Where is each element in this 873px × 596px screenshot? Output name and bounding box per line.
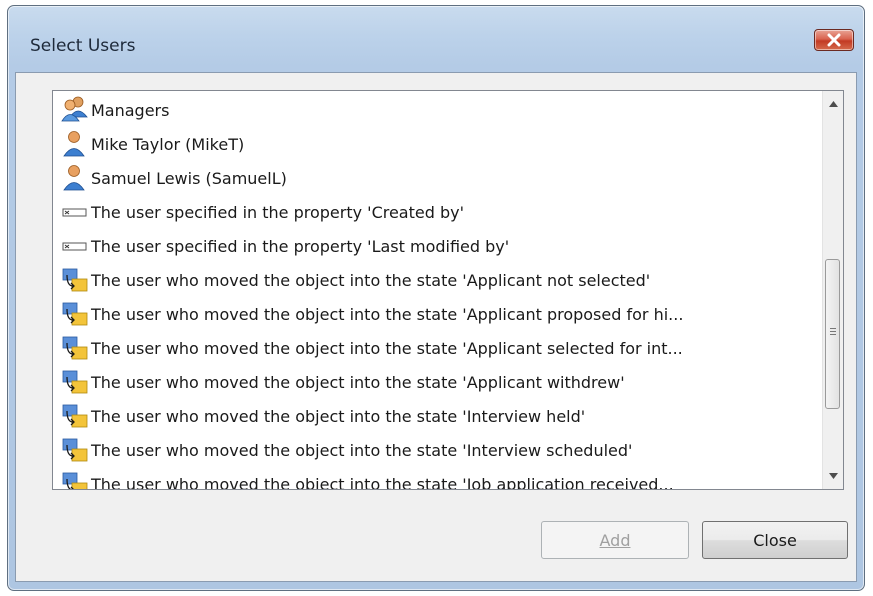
state-transition-icon <box>61 299 89 329</box>
list-item-label: The user specified in the property 'Last… <box>91 236 510 256</box>
state-transition-icon <box>61 469 89 489</box>
list-item[interactable]: The user who moved the object into the s… <box>61 433 632 467</box>
list-item-label: The user specified in the property 'Crea… <box>91 202 464 222</box>
list-item[interactable]: The user who moved the object into the s… <box>61 263 650 297</box>
dialog-client-area: Managers Mike Taylor (MikeT) Samuel Lewis … <box>15 72 857 582</box>
list-item[interactable]: Samuel Lewis (SamuelL) <box>61 161 287 195</box>
scroll-down-arrow-icon <box>828 473 838 479</box>
list-item[interactable]: Mike Taylor (MikeT) <box>61 127 244 161</box>
dialog-title: Select Users <box>30 36 136 56</box>
list-item-label: The user who moved the object into the s… <box>91 304 684 324</box>
title-bar[interactable]: Select Users <box>8 6 864 76</box>
grip-line <box>830 334 836 335</box>
list-item-label: The user who moved the object into the s… <box>91 406 586 426</box>
list-item-label: The user who moved the object into the s… <box>91 372 625 392</box>
grip-line <box>830 328 836 329</box>
grip-line <box>830 331 836 332</box>
add-button-label: Add <box>599 530 631 550</box>
add-button[interactable]: Add <box>541 521 689 559</box>
state-transition-icon <box>61 265 89 295</box>
vertical-scrollbar[interactable] <box>822 91 843 489</box>
scroll-down-button[interactable] <box>823 465 843 487</box>
list-item[interactable]: The user who moved the object into the s… <box>61 365 625 399</box>
state-transition-icon <box>61 435 89 465</box>
state-transition-icon <box>61 333 89 363</box>
select-users-dialog: Select Users Managers Mike Taylor (MikeT)… <box>7 5 865 591</box>
list-item[interactable]: The user specified in the property 'Crea… <box>61 195 464 229</box>
list-item-label: The user who moved the object into the s… <box>91 338 683 358</box>
list-item[interactable]: The user who moved the object into the s… <box>61 331 683 365</box>
state-transition-icon <box>61 401 89 431</box>
close-button-label: Close <box>753 530 797 550</box>
state-transition-icon <box>61 367 89 397</box>
users-listbox[interactable]: Managers Mike Taylor (MikeT) Samuel Lewis … <box>52 90 844 490</box>
close-x-icon <box>827 33 841 47</box>
list-item[interactable]: Managers <box>61 93 169 127</box>
list-item[interactable]: The user who moved the object into the s… <box>61 467 674 490</box>
users-list: Managers Mike Taylor (MikeT) Samuel Lewis … <box>53 91 823 489</box>
list-item[interactable]: The user who moved the object into the s… <box>61 399 585 433</box>
user-icon <box>61 163 89 193</box>
scroll-thumb[interactable] <box>825 259 840 409</box>
list-item-label: The user who moved the object into the s… <box>91 440 633 460</box>
list-item-label: The user who moved the object into the s… <box>91 474 674 490</box>
scroll-up-arrow-icon <box>828 101 838 107</box>
property-icon <box>61 231 89 261</box>
user-icon <box>61 129 89 159</box>
list-item-label: Mike Taylor (MikeT) <box>91 134 245 154</box>
close-window-button[interactable] <box>814 29 854 51</box>
property-icon <box>61 197 89 227</box>
close-button[interactable]: Close <box>702 521 848 559</box>
list-item-label: The user who moved the object into the s… <box>91 270 651 290</box>
user-group-icon <box>61 95 89 125</box>
scroll-up-button[interactable] <box>823 93 843 115</box>
list-item-label: Managers <box>91 100 170 120</box>
list-item[interactable]: The user specified in the property 'Last… <box>61 229 509 263</box>
list-item-label: Samuel Lewis (SamuelL) <box>91 168 287 188</box>
list-item[interactable]: The user who moved the object into the s… <box>61 297 683 331</box>
